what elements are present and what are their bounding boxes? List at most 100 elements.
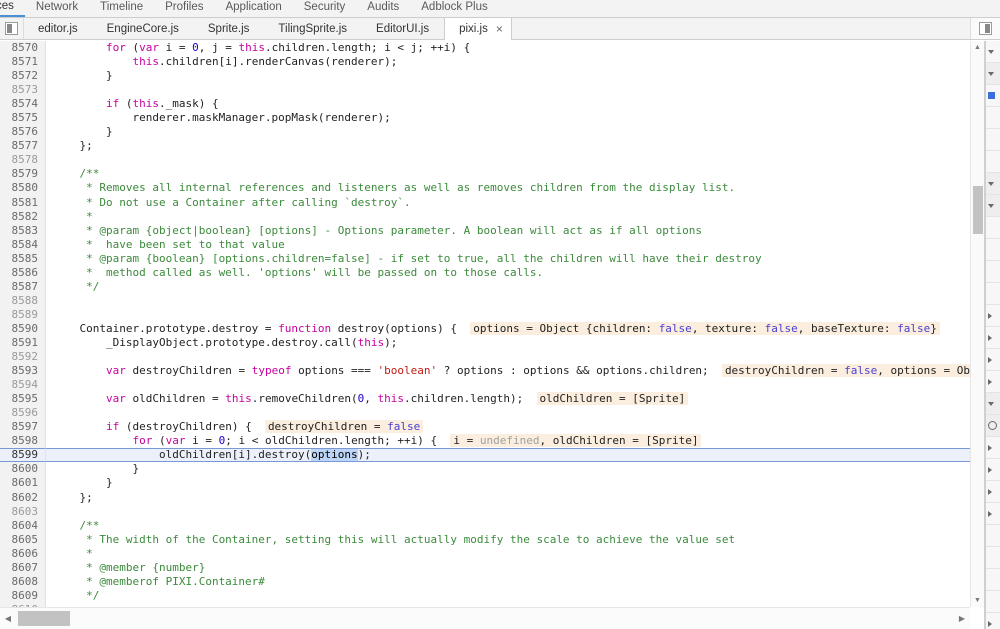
code-line[interactable]: 8575 renderer.maskManager.popMask(render… [0,111,970,126]
code-line[interactable]: 8596 [0,406,970,421]
pause-icon[interactable] [988,421,997,430]
code-line[interactable]: 8602 }; [0,490,970,505]
code-text[interactable]: * @memberof PIXI.Container# [46,575,970,589]
line-number[interactable]: 8570 [0,41,46,56]
code-line[interactable]: 8571 this.children[i].renderCanvas(rende… [0,55,970,70]
code-line-execution[interactable]: 8599 oldChildren[i].destroy(options); [0,448,970,463]
code-text[interactable] [46,308,970,322]
code-line[interactable]: 8591 _DisplayObject.prototype.destroy.ca… [0,335,970,351]
scroll-left-arrow-icon[interactable]: ◀ [0,614,16,623]
code-text[interactable]: }; [46,139,970,153]
triangle-right-icon[interactable] [988,312,992,319]
panel-tab-application[interactable]: Application [214,0,292,17]
line-number[interactable]: 8608 [0,574,46,589]
code-text[interactable]: * [46,547,970,561]
line-number[interactable]: 8593 [0,364,46,379]
code-text[interactable]: if (this._mask) { [46,97,970,111]
sidebar-row[interactable] [986,415,1000,437]
sidebar-row[interactable] [986,217,1000,239]
panel-tab-ces[interactable]: ces [0,0,25,17]
line-number[interactable]: 8604 [0,518,46,533]
sidebar-row[interactable] [986,305,1000,327]
code-text[interactable] [46,83,970,97]
line-number[interactable]: 8575 [0,111,46,126]
code-text[interactable]: */ [46,589,970,603]
inline-debug-value[interactable]: oldChildren = [Sprite] [536,392,689,406]
code-text[interactable]: /** [46,519,970,533]
code-line[interactable]: 8590 Container.prototype.destroy = funct… [0,321,970,336]
code-text[interactable]: for (var i = 0; i < oldChildren.length; … [46,434,970,448]
code-text[interactable]: var destroyChildren = typeof options ===… [46,364,970,378]
code-line[interactable]: 8595 var oldChildren = this.removeChildr… [0,392,970,407]
code-text[interactable] [46,406,970,420]
sidebar-row[interactable] [986,151,1000,173]
line-number[interactable]: 8574 [0,97,46,112]
code-text[interactable]: } [46,476,970,490]
line-number[interactable]: 8597 [0,420,46,435]
triangle-down-icon[interactable] [988,181,994,186]
line-number[interactable]: 8576 [0,125,46,140]
line-number[interactable]: 8591 [0,335,46,351]
code-text[interactable]: }; [46,491,970,505]
line-number[interactable]: 8589 [0,307,46,322]
sidebar-row[interactable] [986,393,1000,415]
code-text[interactable]: for (var i = 0, j = this.children.length… [46,41,970,55]
panel-tab-adblock-plus[interactable]: Adblock Plus [410,0,498,17]
code-line[interactable]: 8593 var destroyChildren = typeof option… [0,364,970,379]
file-tab-EngineCore-js[interactable]: EngineCore.js [93,18,194,39]
horizontal-scrollbar[interactable]: ◀ ▶ [0,607,970,629]
code-text[interactable]: this.children[i].renderCanvas(renderer); [46,55,970,69]
code-line[interactable]: 8584 * have been set to that value [0,237,970,252]
code-line[interactable]: 8592 [0,350,970,365]
scroll-up-arrow-icon[interactable]: ▲ [971,41,984,54]
sidebar-row[interactable] [986,63,1000,85]
triangle-down-icon[interactable] [988,71,994,76]
scroll-down-arrow-icon[interactable]: ▼ [971,594,984,607]
code-text[interactable]: } [46,69,970,83]
inline-debug-value[interactable]: destroyChildren = false, options = Objec… [721,364,970,378]
line-number[interactable]: 8590 [0,321,46,336]
code-text[interactable]: * have been set to that value [46,238,970,252]
code-text[interactable]: * method called as well. 'options' will … [46,266,970,280]
code-line[interactable]: 8585 * @param {boolean} [options.childre… [0,251,970,266]
sidebar-row[interactable] [986,283,1000,305]
line-number[interactable]: 8603 [0,504,46,519]
code-line[interactable]: 8570 for (var i = 0, j = this.children.l… [0,41,970,56]
code-text[interactable]: */ [46,280,970,294]
sidebar-row[interactable] [986,239,1000,261]
triangle-down-icon[interactable] [988,203,994,208]
triangle-right-icon[interactable] [988,620,992,627]
sidebar-row[interactable] [986,85,1000,107]
panel-tab-timeline[interactable]: Timeline [89,0,154,17]
code-text[interactable] [46,153,970,167]
code-text[interactable]: _DisplayObject.prototype.destroy.call(th… [46,336,970,350]
triangle-right-icon[interactable] [988,356,992,363]
sidebar-row[interactable] [986,547,1000,569]
sidebar-row[interactable] [986,173,1000,195]
code-line[interactable]: 8606 * [0,546,970,561]
debugger-sidebar-collapsed[interactable] [985,41,1000,629]
sidebar-row[interactable] [986,591,1000,613]
file-tab-EditorUI-js[interactable]: EditorUI.js [362,18,444,39]
collapse-icon[interactable] [988,49,994,54]
code-line[interactable]: 8597 if (destroyChildren) { destroyChild… [0,420,970,435]
triangle-right-icon[interactable] [988,488,992,495]
code-line[interactable]: 8583 * @param {object|boolean} [options]… [0,223,970,238]
code-text[interactable]: var oldChildren = this.removeChildren(0,… [46,392,970,406]
line-number[interactable]: 8601 [0,476,46,491]
line-number[interactable]: 8573 [0,83,46,98]
code-line[interactable]: 8598 for (var i = 0; i < oldChildren.len… [0,434,970,449]
sidebar-row[interactable] [986,525,1000,547]
line-number[interactable]: 8579 [0,167,46,182]
panel-tab-profiles[interactable]: Profiles [154,0,214,17]
sidebar-row[interactable] [986,41,1000,63]
code-line[interactable]: 8601 } [0,476,970,491]
file-tab-TilingSprite-js[interactable]: TilingSprite.js [264,18,362,39]
code-text[interactable] [46,294,970,308]
line-number[interactable]: 8602 [0,490,46,505]
line-number[interactable]: 8607 [0,560,46,575]
code-line[interactable]: 8609 */ [0,588,970,603]
file-tab-pixi-js[interactable]: pixi.js × [444,18,512,40]
code-line[interactable]: 8588 [0,293,970,308]
code-line[interactable]: 8594 [0,378,970,393]
